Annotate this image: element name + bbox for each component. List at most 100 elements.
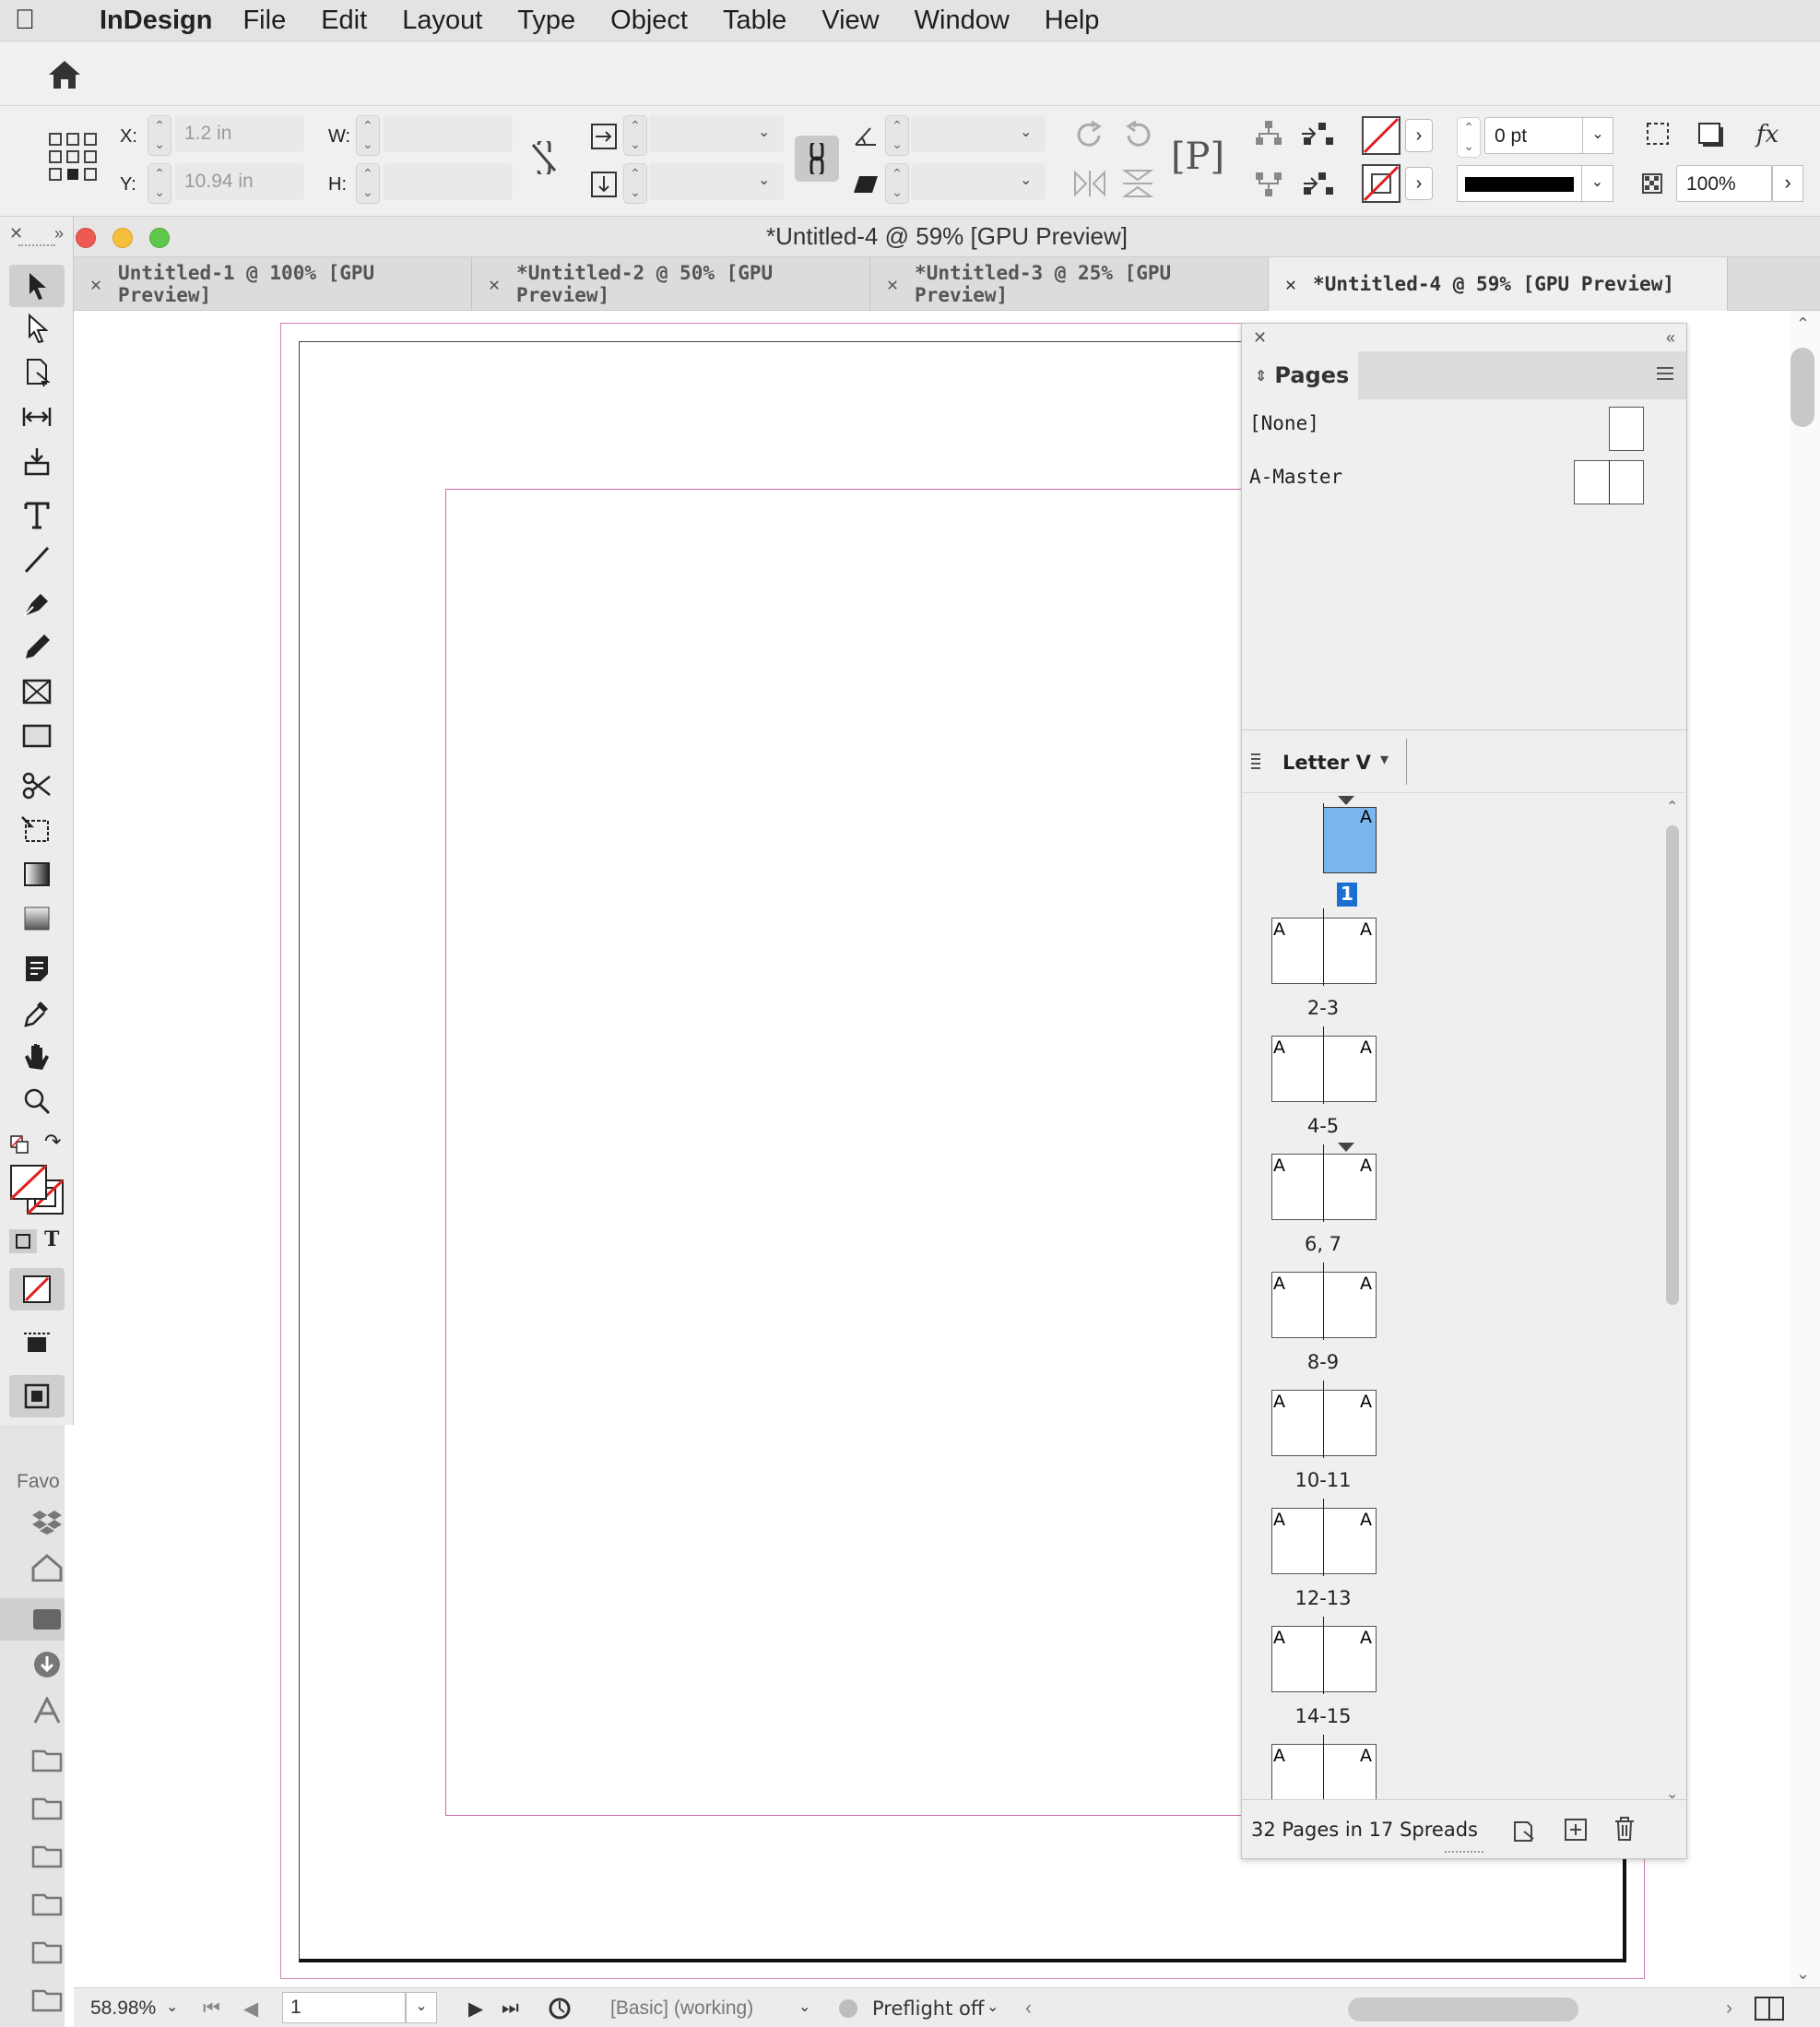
pencil-tool[interactable] — [9, 626, 65, 669]
screen-mode-button[interactable] — [9, 1322, 65, 1364]
fill-menu-button[interactable]: › — [1405, 119, 1433, 152]
menu-layout[interactable]: Layout — [402, 6, 482, 36]
close-icon[interactable]: ✕ — [489, 273, 500, 295]
scale-x-stepper[interactable]: ⌃ ⌄ — [623, 115, 647, 156]
folder-icon[interactable] — [31, 1890, 63, 1917]
y-field[interactable]: 10.94 in — [175, 163, 304, 200]
w-field[interactable] — [384, 115, 513, 152]
page-tool[interactable] — [9, 351, 65, 394]
x-stepper[interactable]: ⌃ ⌄ — [148, 115, 171, 156]
paragraph-icon[interactable]: [P] — [1171, 128, 1224, 185]
tab-untitled-1[interactable]: ✕ Untitled-1 @ 100% [GPU Preview] — [74, 257, 472, 311]
apple-icon[interactable]:  — [0, 5, 50, 36]
spread-label[interactable]: 12-13 — [1271, 1587, 1375, 1609]
scroll-up-arrow[interactable]: ⌃ — [1666, 798, 1678, 816]
select-container-icon[interactable] — [1252, 119, 1285, 150]
rectangle-frame-tool[interactable] — [9, 670, 65, 713]
rotation-stepper[interactable]: ⌃ ⌄ — [885, 115, 909, 156]
menu-file[interactable]: File — [242, 6, 286, 36]
folder-icon[interactable] — [31, 1938, 63, 1965]
chevron-down-icon[interactable]: ⌄ — [166, 1997, 178, 2016]
scroll-down-arrow[interactable]: ⌄ — [1796, 1964, 1810, 1984]
tab-untitled-2[interactable]: ✕ *Untitled-2 @ 50% [GPU Preview] — [472, 257, 870, 311]
rectangle-tool[interactable] — [9, 715, 65, 757]
spread-label[interactable]: 2-3 — [1271, 997, 1375, 1019]
vertical-scrollbar[interactable]: ⌃ ⌄ — [1790, 311, 1820, 1987]
menu-table[interactable]: Table — [723, 6, 786, 36]
y-stepper[interactable]: ⌃ ⌄ — [148, 163, 171, 204]
section-divider[interactable] — [1242, 729, 1688, 730]
folder-icon[interactable] — [31, 1986, 63, 2013]
page-size-select[interactable]: Letter V — [1282, 752, 1371, 774]
note-tool[interactable] — [9, 947, 65, 990]
style-status[interactable]: [Basic] (working) — [610, 1997, 753, 2020]
rotate-ccw-icon[interactable] — [1121, 119, 1154, 150]
zoom-level[interactable]: 58.98% — [90, 1997, 156, 2020]
options-list-icon[interactable] — [1249, 752, 1262, 772]
stroke-none-swatch-icon[interactable] — [1361, 163, 1401, 204]
trash-icon[interactable] — [1613, 1815, 1637, 1843]
open-page-icon[interactable] — [548, 1996, 575, 2021]
menu-help[interactable]: Help — [1045, 6, 1100, 36]
close-icon[interactable]: ✕ — [887, 273, 898, 295]
pages-scrollbar[interactable]: ⌃ ⌄ — [1662, 798, 1684, 1803]
menu-window[interactable]: Window — [915, 6, 1010, 36]
close-icon[interactable]: ✕ — [1253, 328, 1267, 348]
effects-icon[interactable]: fx — [1750, 119, 1785, 150]
tools-grip[interactable] — [18, 244, 55, 248]
first-page-icon[interactable]: ⏮ — [203, 1997, 220, 2020]
spread-thumbnail[interactable]: A A 8-9 — [1271, 1262, 1377, 1373]
chevron-down-icon[interactable]: ⌄ — [1020, 123, 1032, 141]
chevron-down-icon[interactable]: ⌄ — [758, 171, 770, 189]
folder-icon[interactable] — [31, 1842, 63, 1869]
master-none[interactable]: [None] — [1249, 412, 1319, 434]
chevron-down-icon[interactable]: ⌄ — [987, 1997, 999, 2016]
close-icon[interactable]: ✕ — [90, 273, 101, 295]
flip-vertical-icon[interactable] — [1121, 169, 1154, 198]
link-scale-button[interactable] — [795, 136, 839, 182]
select-next-object-icon[interactable] — [1300, 119, 1335, 150]
preflight-status[interactable]: Preflight off — [872, 1997, 984, 2020]
h-field[interactable] — [384, 163, 513, 200]
spread-thumbnail[interactable]: A A 12-13 — [1271, 1499, 1377, 1609]
stroke-menu-button[interactable]: › — [1405, 167, 1433, 200]
home-folder-icon[interactable] — [31, 1554, 63, 1582]
stroke-weight-dropdown[interactable]: ⌄ — [1582, 117, 1613, 154]
sidebar-item-selected[interactable] — [0, 1598, 65, 1641]
frame-mode-button[interactable] — [9, 1375, 65, 1417]
spread-label[interactable]: 6, 7 — [1271, 1233, 1375, 1255]
stroke-weight-stepper[interactable]: ⌃ ⌄ — [1457, 117, 1481, 158]
formatting-container-button[interactable] — [9, 1229, 37, 1253]
horizontal-scrollbar-thumb[interactable] — [1348, 1997, 1578, 2021]
scroll-up-arrow[interactable]: ⌃ — [1796, 314, 1810, 334]
downloads-icon[interactable] — [31, 1651, 63, 1678]
eyedropper-tool[interactable] — [9, 991, 65, 1034]
resize-grip[interactable] — [1445, 1851, 1483, 1856]
spread-thumbnail[interactable]: A A 4-5 — [1271, 1026, 1377, 1137]
tab-pages[interactable]: ⇕ Pages — [1242, 351, 1358, 399]
chevron-down-icon[interactable]: ⌄ — [1020, 171, 1032, 189]
content-collector-tool[interactable] — [9, 440, 65, 482]
default-colors-icon[interactable] — [9, 1134, 31, 1155]
frame-fitting-icon[interactable] — [1645, 121, 1674, 148]
menu-type[interactable]: Type — [517, 6, 575, 36]
shear-stepper[interactable]: ⌃ ⌄ — [885, 163, 909, 204]
formatting-text-button[interactable]: T — [44, 1227, 59, 1251]
scroll-left-icon[interactable]: ‹ — [1025, 1997, 1032, 2020]
drop-shadow-icon[interactable] — [1696, 121, 1726, 148]
home-icon[interactable] — [46, 58, 83, 91]
fill-stroke-swatch-icon[interactable] — [7, 1162, 66, 1217]
menu-object[interactable]: Object — [610, 6, 688, 36]
dropbox-icon[interactable] — [31, 1508, 63, 1535]
expand-icon[interactable]: » — [54, 224, 64, 243]
scale-y-stepper[interactable]: ⌃ ⌄ — [623, 163, 647, 204]
free-transform-tool[interactable] — [9, 809, 65, 851]
reference-point-icon[interactable] — [48, 132, 98, 182]
master-a[interactable]: A-Master — [1249, 466, 1342, 488]
rotate-cw-icon[interactable] — [1073, 119, 1106, 150]
scrollbar-thumb[interactable] — [1666, 825, 1679, 1305]
spread-thumbnail[interactable]: A A 10-11 — [1271, 1381, 1377, 1491]
page-dropdown[interactable]: ⌄ — [406, 1992, 437, 2023]
app-name[interactable]: InDesign — [100, 6, 212, 36]
select-content-icon[interactable] — [1252, 169, 1285, 200]
